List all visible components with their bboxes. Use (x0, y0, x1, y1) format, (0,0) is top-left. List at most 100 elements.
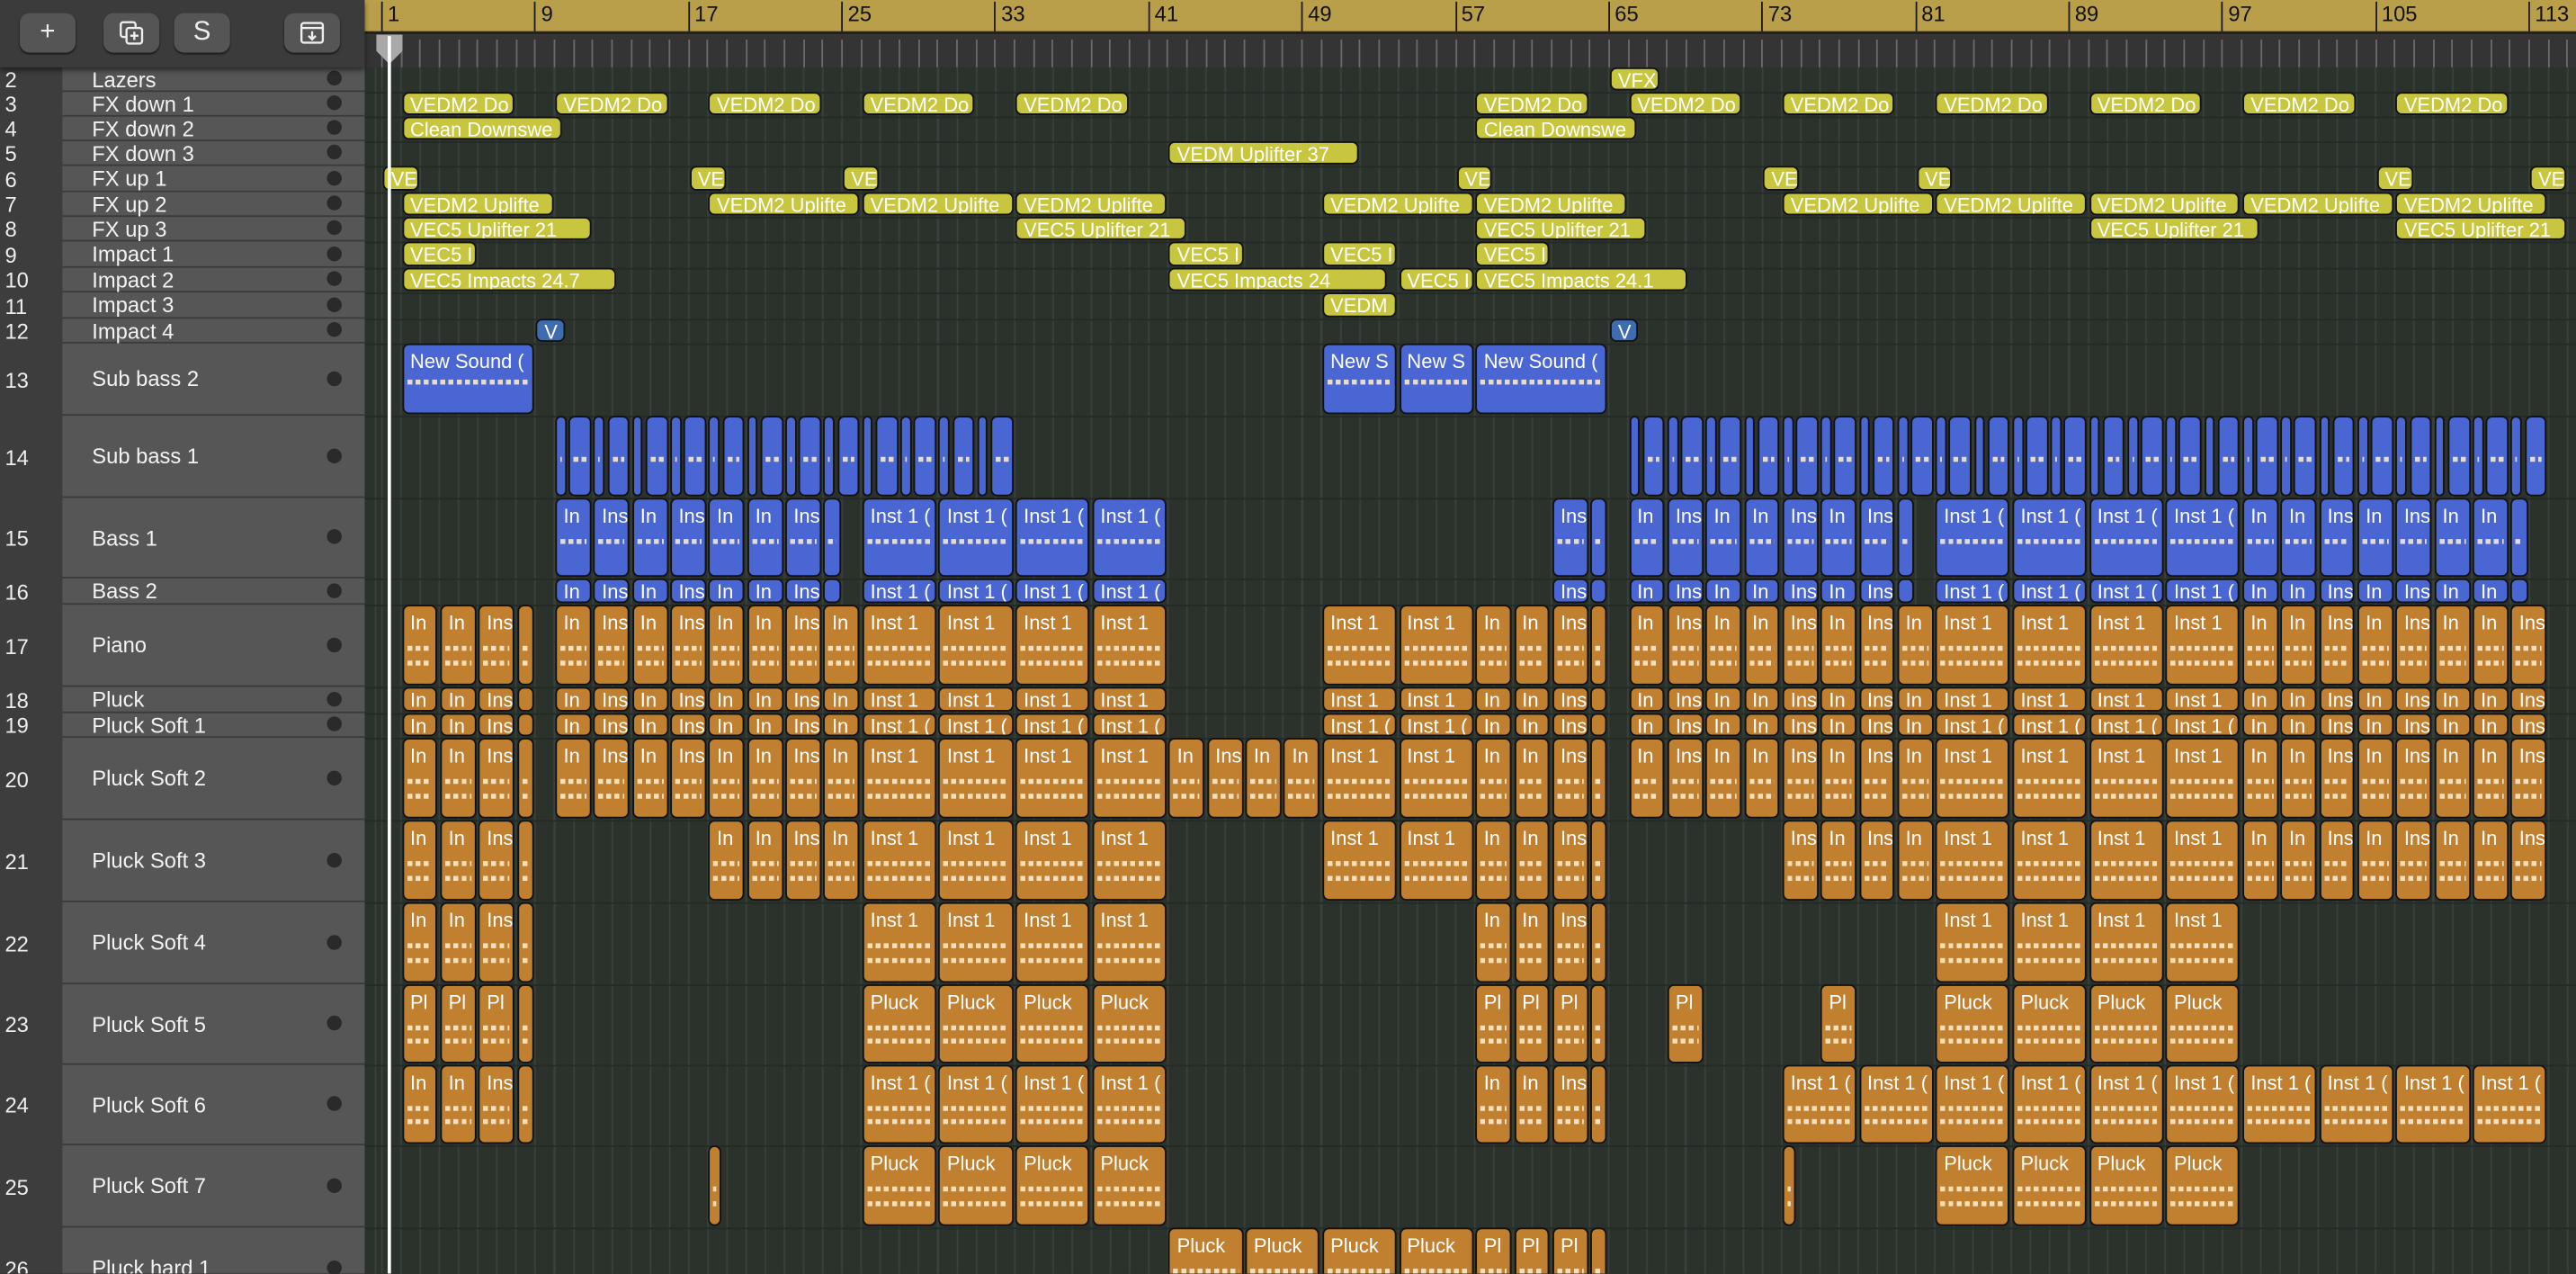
region[interactable] (516, 686, 534, 712)
region[interactable] (708, 1145, 722, 1226)
region[interactable]: Ins (1552, 713, 1588, 737)
region[interactable]: Inst 1 ( (1015, 1064, 1090, 1144)
region[interactable]: Pl (479, 984, 515, 1063)
region[interactable] (1590, 605, 1608, 686)
region[interactable]: Ins (1858, 686, 1895, 712)
region[interactable]: Inst 1 (1399, 605, 1473, 686)
region[interactable]: In (2357, 498, 2393, 578)
bar-ruler[interactable]: 1 9 17 25 33 41 49 57 65 73 81 89 97 105 113 (364, 0, 2576, 67)
region[interactable]: Inst 1 ( (862, 1064, 936, 1144)
region[interactable]: VEDM2 Uplifte (1475, 192, 1627, 216)
region[interactable] (1897, 498, 1915, 578)
region[interactable]: Inst 1 (1092, 738, 1167, 819)
region[interactable]: Ins (670, 738, 707, 819)
region[interactable]: In (1743, 738, 1780, 819)
region[interactable] (785, 416, 797, 497)
region[interactable]: VEDM2 Uplifte (2089, 192, 2241, 216)
region[interactable]: In (2280, 713, 2317, 737)
region[interactable]: In (440, 1064, 477, 1144)
region[interactable]: In (747, 605, 783, 686)
region[interactable] (2472, 416, 2484, 497)
region[interactable]: In (2357, 578, 2393, 604)
track-name-panel[interactable]: Piano (62, 605, 365, 687)
region[interactable] (2178, 416, 2202, 497)
region[interactable]: Inst 1 (2165, 902, 2241, 983)
region[interactable]: Pluck (2012, 984, 2087, 1063)
region[interactable]: Ins (2319, 820, 2356, 901)
region[interactable] (516, 902, 534, 983)
region[interactable]: Inst 1 (938, 605, 1014, 686)
region[interactable]: Inst 1 ( (1936, 713, 2010, 737)
arrange-area[interactable]: VFX VEDM2 Do VEDM2 Do VEDM2 Do VEDM2 Do VEDM2… (364, 67, 2576, 1274)
region[interactable]: V (536, 318, 565, 342)
track-name[interactable]: Bass 2 (92, 579, 157, 603)
track-lane[interactable]: In In Ins In In Ins In Inst 1 Inst 1 Inst 1 Inst 1… (364, 820, 2576, 904)
region[interactable]: Pluck (1015, 1145, 1090, 1226)
record-enable-button[interactable] (326, 170, 342, 185)
region[interactable]: In (440, 820, 477, 901)
region[interactable]: Ins (785, 820, 822, 901)
region[interactable] (2127, 416, 2139, 497)
region[interactable]: Inst 1 (862, 820, 936, 901)
region[interactable]: Ins (1667, 578, 1704, 604)
region[interactable]: Ins (1552, 738, 1588, 819)
region[interactable] (684, 416, 707, 497)
region[interactable]: In (440, 605, 477, 686)
region[interactable]: New Sound ( (1475, 343, 1608, 415)
region[interactable]: Inst 1 (862, 686, 936, 712)
region[interactable]: Inst 1 (1322, 686, 1397, 712)
region[interactable]: Pluck (938, 1145, 1014, 1226)
track-name-panel[interactable]: Impact 4 (62, 318, 365, 344)
region[interactable] (516, 605, 534, 686)
track-name-panel[interactable]: Bass 1 (62, 498, 365, 579)
region[interactable] (1872, 416, 1895, 497)
region[interactable]: In (2280, 605, 2317, 686)
record-enable-button[interactable] (326, 1096, 342, 1111)
track-lane[interactable]: In In Ins In Ins In Ins In In Ins In Inst 1 (Inst 1… (364, 713, 2576, 740)
region[interactable]: Inst 1 (1399, 820, 1473, 901)
region[interactable] (760, 416, 783, 497)
region[interactable]: Ins (1667, 605, 1704, 686)
region[interactable]: Inst 1 ( (862, 578, 936, 604)
region[interactable] (1949, 416, 1972, 497)
region[interactable]: In (2280, 820, 2317, 901)
region[interactable]: Ins (594, 498, 630, 578)
track-header[interactable]: 3 FX down 1 (0, 91, 365, 117)
region[interactable]: In (1284, 738, 1320, 819)
region[interactable]: Ins (479, 738, 515, 819)
region[interactable] (1743, 416, 1756, 497)
region[interactable]: Pluck (1092, 984, 1167, 1063)
track-lane[interactable] (364, 416, 2576, 500)
region[interactable]: Ins (2319, 686, 2356, 712)
region[interactable]: VEC5 I (1399, 267, 1473, 292)
track-name[interactable]: Pluck Soft 1 (92, 713, 206, 737)
region[interactable] (2063, 416, 2087, 497)
region[interactable]: In (1475, 738, 1512, 819)
record-enable-button[interactable] (326, 271, 342, 286)
region[interactable]: Ins (1858, 713, 1895, 737)
region[interactable]: In (1629, 498, 1665, 578)
region[interactable]: Inst 1 (1936, 605, 2010, 686)
region[interactable]: Ins (1667, 738, 1704, 819)
region[interactable] (900, 416, 912, 497)
region[interactable]: Ins (1858, 605, 1895, 686)
region[interactable]: VE (1456, 166, 1493, 191)
region[interactable]: In (747, 820, 783, 901)
track-name[interactable]: Pluck Soft 3 (92, 820, 206, 900)
region[interactable] (1834, 416, 1857, 497)
region[interactable]: V (1609, 318, 1639, 342)
region[interactable]: Ins (1858, 498, 1895, 578)
region[interactable]: Ins (785, 713, 822, 737)
region[interactable]: VEC5 I (1475, 241, 1551, 266)
region[interactable]: In (401, 1064, 438, 1144)
region[interactable]: Ins (594, 738, 630, 819)
region[interactable] (2447, 416, 2471, 497)
region[interactable] (875, 416, 899, 497)
track-lane[interactable]: In In Ins In Ins In Ins In In Ins In Inst 1 Inst 1 In… (364, 738, 2576, 822)
region[interactable]: In (823, 820, 860, 901)
track-header[interactable]: 21 Pluck Soft 3 (0, 820, 365, 902)
region[interactable]: In (555, 686, 592, 712)
region[interactable]: Ins (785, 498, 822, 578)
region[interactable]: Ins (1858, 820, 1895, 901)
region[interactable]: Inst 1 (1015, 902, 1090, 983)
